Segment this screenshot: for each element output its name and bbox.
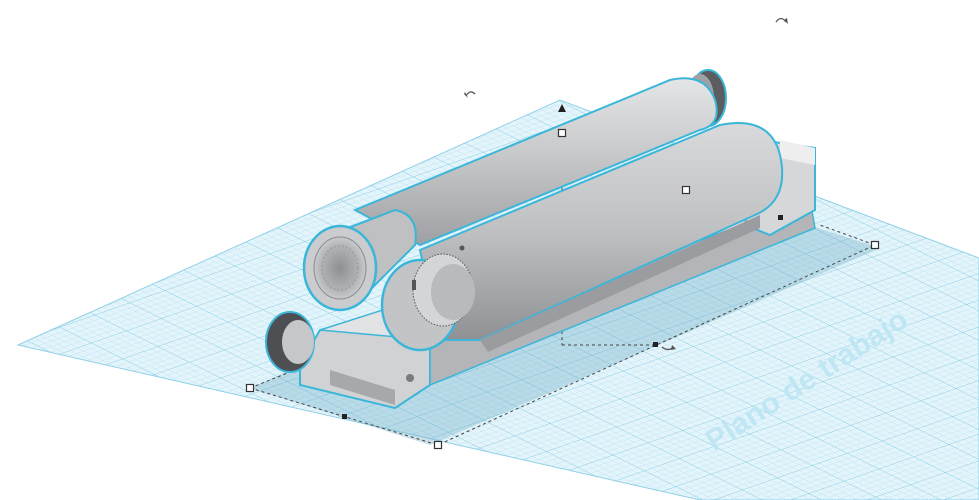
resize-handle-bottom[interactable] [433, 440, 443, 450]
rotate-arrow-icon-left[interactable] [464, 91, 476, 98]
edge-handle-right[interactable] [778, 215, 783, 220]
resize-handle-center[interactable] [681, 185, 691, 195]
resize-handle-left[interactable] [245, 383, 255, 393]
edge-handle-bottom-left[interactable] [342, 414, 347, 419]
edge-handle-bottom[interactable] [653, 342, 658, 347]
screw-hole [459, 245, 465, 251]
resize-handle-right[interactable] [870, 240, 880, 250]
side-wheel[interactable] [265, 311, 315, 373]
rail-hole [406, 374, 414, 382]
knob-indicator [412, 280, 416, 290]
rotate-arrow-icon-top[interactable] [775, 17, 788, 24]
resize-handle-top[interactable] [557, 128, 567, 138]
3d-viewport[interactable] [0, 0, 979, 500]
